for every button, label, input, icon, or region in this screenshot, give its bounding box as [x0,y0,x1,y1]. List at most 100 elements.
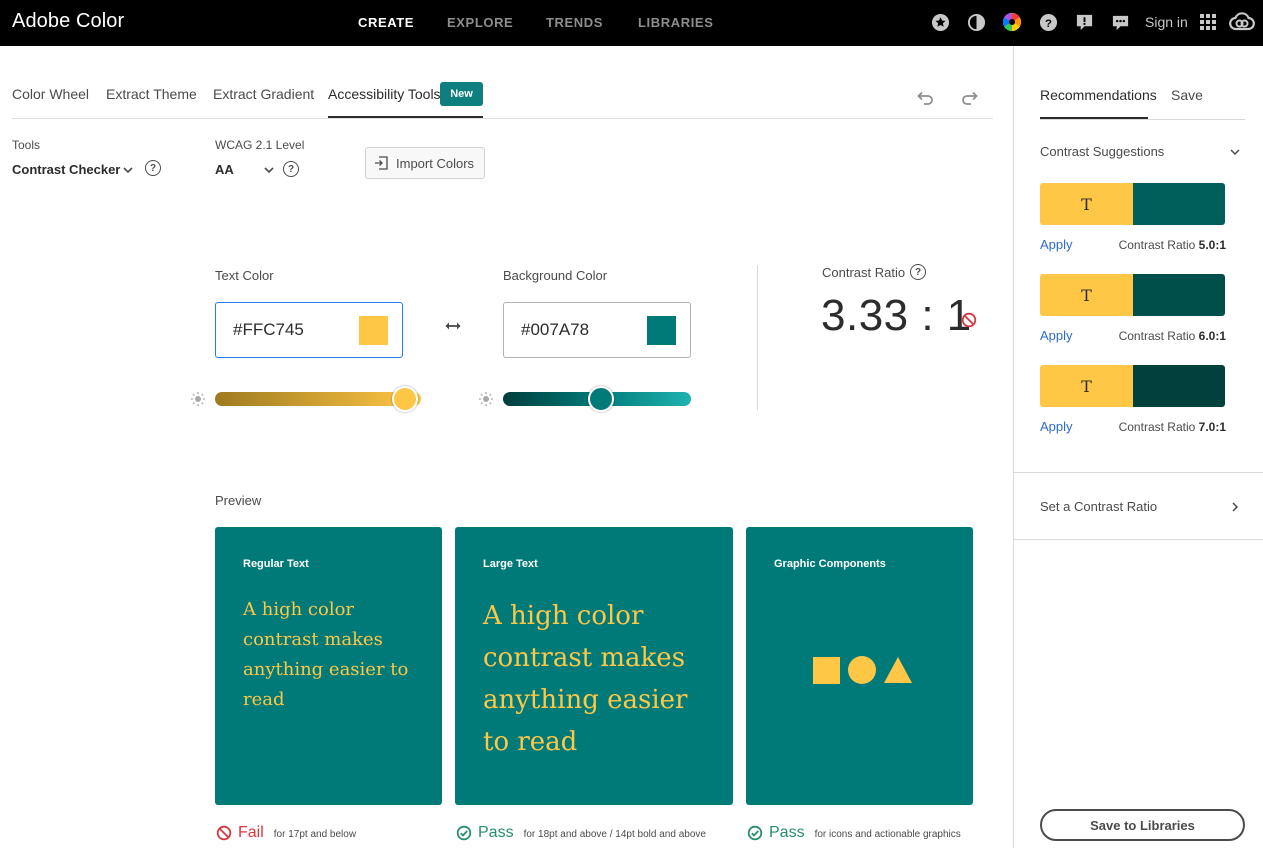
suggestion-swatch[interactable]: T [1040,365,1225,407]
card-title: Large Text [483,558,538,570]
svg-text:?: ? [1045,17,1052,29]
panel-divider [1014,539,1263,540]
background-brightness-slider-thumb[interactable] [587,386,614,412]
pass-icon [456,825,472,841]
nav-libraries[interactable]: LIBRARIES [638,15,713,30]
tool-dropdown-value[interactable]: Contrast Checker [12,162,120,177]
tab-extract-gradient[interactable]: Extract Gradient [213,86,314,102]
apply-suggestion-button[interactable]: Apply [1040,328,1073,343]
result-note: for 17pt and below [273,829,357,840]
background-color-label: Background Color [503,268,608,283]
vertical-divider [757,265,758,410]
import-icon [375,156,388,170]
contrast-ratio-value: 3.33 : 1 [821,291,972,340]
import-colors-label: Import Colors [396,155,475,171]
text-color-swatch[interactable] [359,316,388,345]
suggestion-ratio: Contrast Ratio 6.0:1 [1118,329,1226,343]
moon-icon[interactable] [966,12,986,32]
help-icon[interactable]: ? [1038,12,1058,32]
suggestion-swatch[interactable]: T [1040,274,1225,316]
tab-extract-theme[interactable]: Extract Theme [106,86,197,102]
large-text-result: Pass for 18pt and above / 14pt bold and … [456,824,706,842]
panel-tab-divider [1040,119,1245,120]
large-text-sample: A high color contrast makes anything eas… [483,601,688,757]
result-status: Pass [478,824,514,841]
tab-recommendations[interactable]: Recommendations [1040,87,1157,103]
suggestion-text-sample: T [1040,365,1133,407]
text-color-hex[interactable]: #FFC745 [233,320,304,340]
text-brightness-slider-thumb[interactable] [391,386,418,412]
suggestion-ratio: Contrast Ratio 7.0:1 [1118,420,1226,434]
tool-help-icon[interactable]: ? [145,160,161,176]
apply-suggestion-button[interactable]: Apply [1040,419,1073,434]
tools-label: Tools [12,138,41,152]
card-title: Regular Text [243,558,309,570]
triangle-shape-icon [884,657,912,683]
card-title: Graphic Components [774,558,886,570]
contrast-ratio-help-icon[interactable]: ? [910,264,926,280]
regular-text-result: Fail for 17pt and below [216,824,356,842]
recommendations-panel: Recommendations Save Contrast Suggestion… [1013,46,1263,848]
creative-cloud-icon[interactable] [1229,12,1255,32]
brightness-icon [478,391,494,407]
sign-in-link[interactable]: Sign in [1145,14,1188,30]
text-color-label: Text Color [215,268,274,283]
swap-arrows-icon[interactable] [443,318,463,334]
feedback-icon[interactable] [1074,12,1094,32]
wcag-dropdown-value[interactable]: AA [215,162,234,177]
chevron-right-icon[interactable] [1229,500,1241,512]
apply-suggestion-button[interactable]: Apply [1040,237,1073,252]
preview-card-regular-text: Regular Text A high color contrast makes… [215,527,442,805]
panel-divider [1014,472,1263,473]
color-wheel-icon[interactable] [1002,12,1022,32]
fail-icon [216,825,232,841]
undo-icon[interactable] [915,88,935,108]
text-brightness-slider[interactable] [215,386,421,412]
graphic-shapes [813,656,912,684]
suggestion-text-sample: T [1040,183,1133,225]
circle-shape-icon [848,656,876,684]
preview-card-large-text: Large Text A high color contrast makes a… [455,527,733,805]
nav-trends[interactable]: TRENDS [546,15,603,30]
chevron-down-icon[interactable] [1229,145,1241,157]
result-status: Pass [769,824,805,841]
fail-icon [961,312,977,328]
chat-icon[interactable] [1110,12,1130,32]
background-color-field[interactable]: #007A78 [503,302,691,358]
nav-create[interactable]: CREATE [358,15,414,30]
regular-text-sample: A high color contrast makes anything eas… [243,599,409,710]
star-icon[interactable] [930,12,950,32]
contrast-ratio-label: Contrast Ratio [822,265,906,280]
result-note: for 18pt and above / 14pt bold and above [523,829,706,840]
suggestion-background-sample [1133,274,1225,316]
set-contrast-ratio-link[interactable]: Set a Contrast Ratio [1040,499,1157,514]
background-brightness-slider[interactable] [503,386,691,412]
text-color-field[interactable]: #FFC745 [215,302,403,358]
tab-color-wheel[interactable]: Color Wheel [12,86,89,102]
apps-grid-icon[interactable] [1198,12,1218,32]
square-shape-icon [813,656,840,684]
wcag-label: WCAG 2.1 Level [215,138,305,152]
redo-icon[interactable] [960,88,980,108]
wcag-help-icon[interactable]: ? [283,161,299,177]
suggestion-swatch[interactable]: T [1040,183,1225,225]
suggestion-background-sample [1133,365,1225,407]
tab-save[interactable]: Save [1171,87,1203,103]
chevron-down-icon[interactable] [122,163,134,175]
active-tab-indicator [328,116,483,118]
nav-explore[interactable]: EXPLORE [447,15,513,30]
tab-accessibility-tools[interactable]: Accessibility Tools [328,86,441,102]
background-color-hex[interactable]: #007A78 [521,320,589,340]
brand-logo[interactable]: Adobe Color [12,10,124,33]
top-navigation-bar: Adobe Color CREATE EXPLORE TRENDS LIBRAR… [0,0,1263,46]
preview-label: Preview [215,493,262,508]
suggestion-ratio: Contrast Ratio 5.0:1 [1118,238,1226,252]
chevron-down-icon[interactable] [263,163,275,175]
result-status: Fail [238,824,264,841]
mode-tabs: Color Wheel Extract Theme Extract Gradie… [12,82,993,119]
import-colors-button[interactable]: Import Colors [365,147,485,179]
save-to-libraries-button[interactable]: Save to Libraries [1040,809,1245,841]
contrast-suggestions-title[interactable]: Contrast Suggestions [1040,144,1164,159]
background-color-swatch[interactable] [647,316,676,345]
new-badge: New [440,82,483,106]
